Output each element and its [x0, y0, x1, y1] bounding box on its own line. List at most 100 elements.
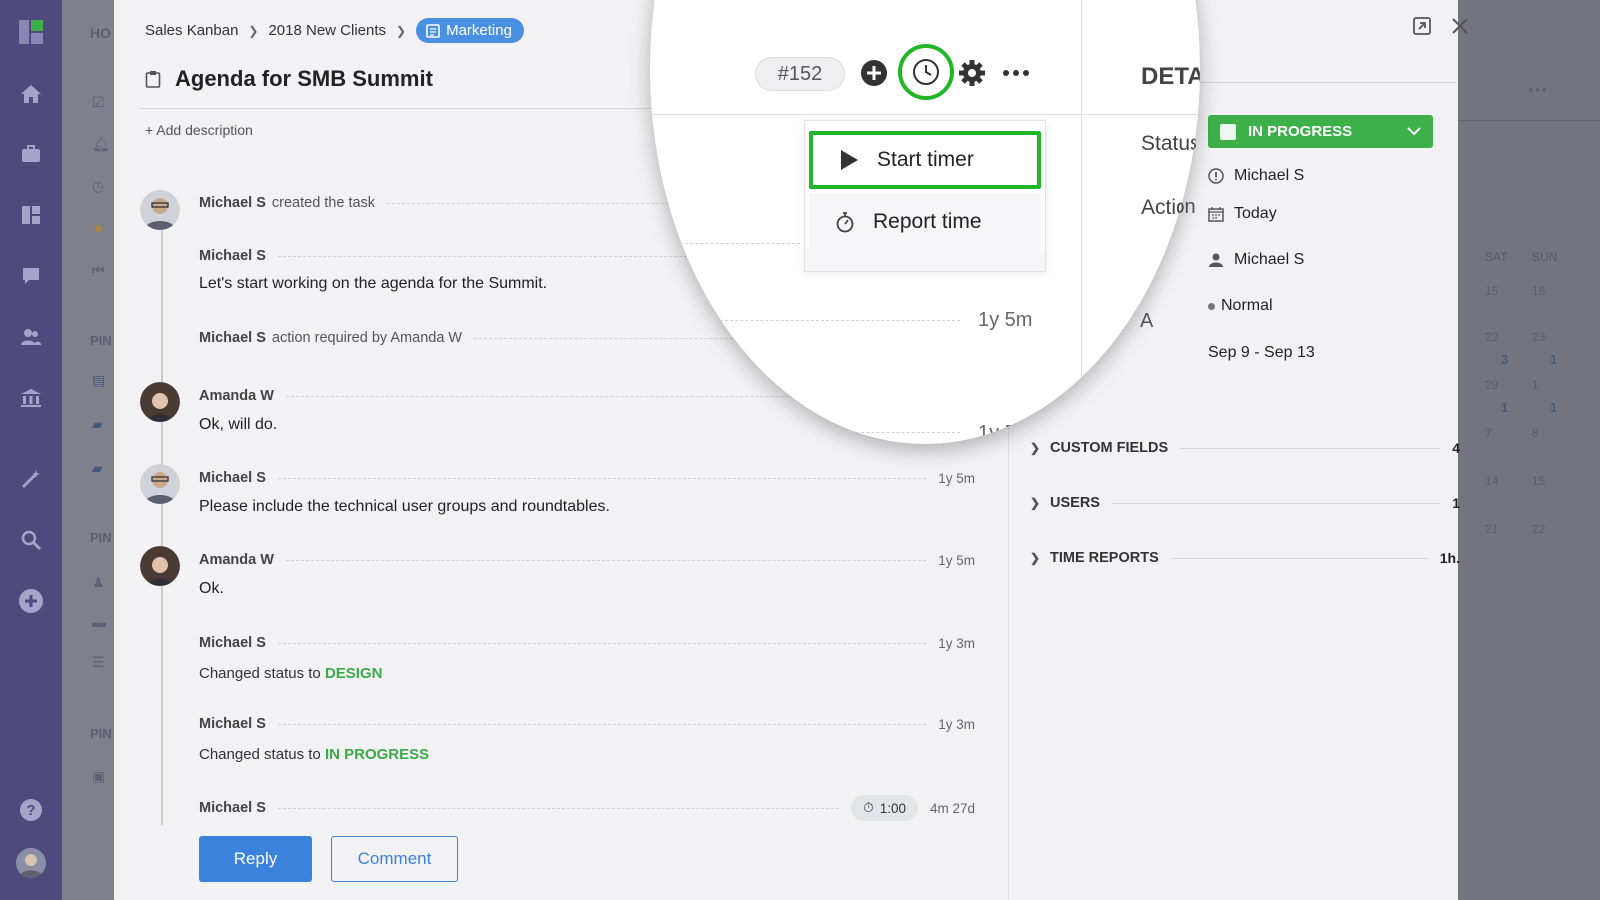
calendar-date: 7	[1485, 426, 1492, 440]
more-icon	[1003, 70, 1029, 76]
timer-chip[interactable]: ⏱ 1:00	[851, 795, 918, 821]
add-description-link[interactable]: + Add description	[145, 122, 253, 138]
project-tag-label: Marketing	[446, 22, 512, 39]
status-dropdown[interactable]: IN PROGRESS	[1208, 115, 1433, 148]
bg-briefcase-icon: ▬	[92, 614, 106, 630]
feed-author[interactable]: Amanda W	[199, 388, 274, 404]
calendar-date: 14	[1485, 474, 1499, 488]
briefcase-icon[interactable]	[17, 140, 45, 168]
feed-author[interactable]: Michael S	[199, 470, 266, 486]
bg-doc-icon: ▤	[92, 372, 106, 388]
lens-divider	[650, 114, 1200, 115]
feed-message: Please include the technical user groups…	[199, 498, 610, 515]
feed-author[interactable]: Michael S	[199, 716, 266, 732]
feed-author[interactable]: Michael S	[199, 635, 266, 651]
alert-circle-icon	[1208, 168, 1224, 184]
bg-bell-icon: 🔔︎	[92, 136, 110, 152]
app-logo[interactable]	[17, 18, 45, 46]
feed-author[interactable]: Amanda W	[199, 552, 274, 568]
assignee-row[interactable]: Michael S	[1208, 251, 1304, 269]
task-title-row: Agenda for SMB Summit	[145, 66, 433, 92]
start-timer-item[interactable]: Start timer	[809, 131, 1041, 189]
status-color-swatch	[1220, 123, 1236, 140]
priority-dot-icon	[1208, 302, 1215, 310]
plus-circle-icon	[861, 60, 887, 86]
chat-icon[interactable]	[17, 262, 45, 290]
add-icon[interactable]	[17, 587, 45, 615]
more-options-button[interactable]	[1000, 57, 1032, 89]
project-tag[interactable]: Marketing	[416, 18, 524, 43]
breadcrumb-item[interactable]: 2018 New Clients	[268, 22, 386, 39]
users-icon[interactable]	[17, 323, 45, 351]
due-date-row[interactable]: Today	[1208, 205, 1277, 223]
gear-icon	[959, 60, 985, 86]
calendar-date: 16	[1532, 284, 1546, 298]
bank-icon[interactable]	[17, 384, 45, 412]
section-count: 4	[1452, 440, 1460, 456]
calendar-count: 1	[1550, 352, 1558, 367]
settings-button[interactable]	[956, 57, 988, 89]
lens-feed-time: 1y 5	[978, 422, 1016, 444]
priority-row[interactable]: Normal	[1208, 297, 1273, 315]
lens-action-label: Action	[1141, 196, 1200, 219]
feed-author[interactable]: Michael S	[199, 330, 266, 346]
feed-author[interactable]: Michael S	[199, 800, 266, 816]
action-required-row[interactable]: Michael S	[1208, 167, 1304, 185]
magic-wand-icon[interactable]	[17, 465, 45, 493]
reply-button[interactable]: Reply	[199, 836, 312, 882]
bg-folder-icon: ▰	[92, 416, 103, 432]
date-range-row[interactable]: Sep 9 - Sep 13	[1208, 344, 1315, 362]
feed-time: 1y 3m	[938, 716, 975, 732]
lens-details-title: DETA	[1141, 63, 1200, 90]
lens-status-label: Status	[1141, 132, 1200, 155]
breadcrumb: Sales Kanban ❯ 2018 New Clients ❯ Market…	[145, 18, 524, 43]
assignee-name: Michael S	[1234, 251, 1305, 268]
avatar	[140, 190, 180, 230]
calendar-count: 1	[1550, 400, 1558, 415]
add-subtask-button[interactable]	[858, 57, 890, 89]
magnifier-lens: #152 1y 5m 1y 5 DETA Status Action A Sta…	[650, 0, 1200, 444]
bg-clock-icon: ◷	[92, 178, 105, 194]
feed-time: 1y 3m	[938, 635, 975, 651]
home-icon[interactable]	[17, 80, 45, 108]
task-title[interactable]: Agenda for SMB Summit	[175, 66, 433, 92]
feed-action: action required by Amanda W	[271, 330, 463, 346]
task-id-chip[interactable]: #152	[755, 57, 845, 91]
feed-time: 4m 27d	[929, 800, 975, 816]
dashboard-icon[interactable]	[17, 201, 45, 229]
person-icon	[1209, 253, 1223, 267]
popout-icon[interactable]	[1412, 16, 1432, 36]
feed-author[interactable]: Michael S	[199, 195, 266, 211]
help-icon[interactable]: ?	[17, 796, 45, 824]
section-count: 1	[1452, 495, 1460, 511]
feed-message: Ok.	[199, 580, 224, 597]
avatar	[140, 464, 180, 504]
calendar-day: SAT	[1485, 250, 1508, 264]
comment-button[interactable]: Comment	[331, 836, 458, 882]
due-date: Today	[1234, 205, 1277, 222]
calendar-date: 8	[1532, 426, 1539, 440]
svg-text:?: ?	[26, 802, 35, 819]
section-users[interactable]: ❯ USERS 1	[1030, 495, 1460, 511]
status-value: IN PROGRESS	[1248, 123, 1353, 140]
feed-message: Ok, will do.	[199, 416, 278, 433]
chevron-right-icon: ❯	[248, 23, 259, 38]
section-time-reports[interactable]: ❯ TIME REPORTS 1h.	[1030, 550, 1460, 566]
section-label: TIME REPORTS	[1050, 550, 1159, 566]
bg-check-icon: ☑	[92, 94, 105, 110]
close-icon[interactable]	[1450, 16, 1470, 36]
timer-button[interactable]	[898, 44, 954, 100]
timer-menu: Start timer Report time	[804, 120, 1046, 272]
search-icon[interactable]	[17, 526, 45, 554]
lens-feed-time: 1y 5m	[978, 309, 1033, 331]
feed-author[interactable]: Michael S	[199, 248, 266, 264]
stopwatch-icon: ⏱	[863, 800, 874, 815]
calendar-day: SUN	[1532, 250, 1558, 264]
breadcrumb-item[interactable]: Sales Kanban	[145, 22, 238, 39]
report-time-item[interactable]: Report time	[809, 193, 1041, 251]
background-sidebar: HO ☑ 🔔︎ ◷ ★ ⏮ PIN ▤ ▰ ▰ PIN ♟ ▬ ☰ PIN ▣	[62, 0, 114, 900]
user-avatar[interactable]	[16, 848, 46, 878]
clipboard-icon	[145, 71, 161, 88]
bg-header: PIN	[90, 726, 112, 741]
calendar-count: 1	[1501, 400, 1509, 415]
